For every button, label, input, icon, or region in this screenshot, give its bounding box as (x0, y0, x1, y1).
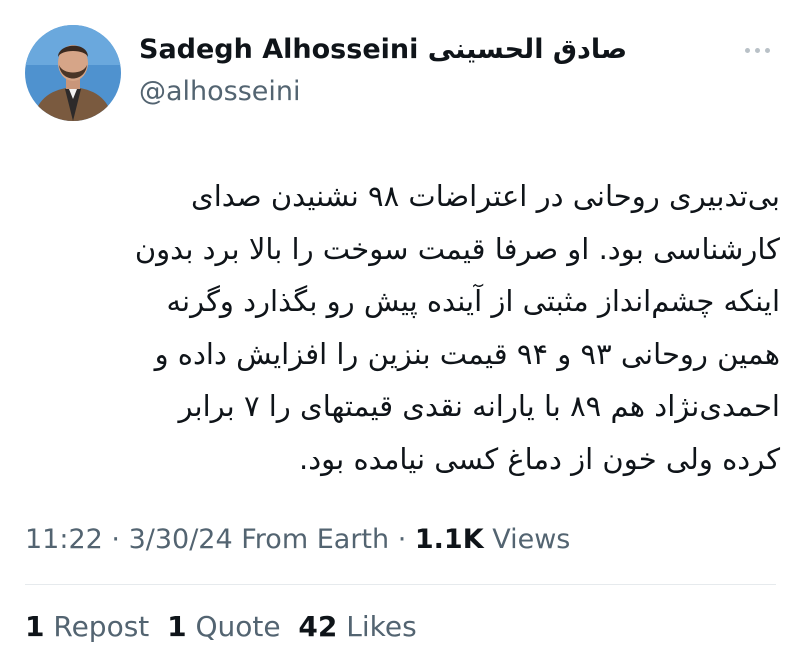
meta-separator: · (389, 524, 415, 555)
reposts-label: Repost (44, 610, 150, 643)
more-dot (764, 47, 770, 53)
likes-label: Likes (337, 610, 417, 643)
more-dot (754, 47, 760, 53)
more-dot (744, 47, 750, 53)
divider (25, 584, 776, 585)
reposts-stat[interactable]: 1 Repost (25, 610, 149, 643)
tweet-time[interactable]: 11:22 (25, 524, 103, 555)
quotes-stat[interactable]: 1 Quote (167, 610, 281, 643)
quotes-count: 1 (167, 610, 187, 643)
quotes-label: Quote (186, 610, 281, 643)
views-label: Views (483, 524, 571, 555)
engagement-stats: 1 Repost 1 Quote 42 Likes (25, 607, 417, 647)
meta-separator: · (102, 524, 129, 555)
author-display-name[interactable]: Sadegh Alhosseini صادق الحسینی (139, 32, 627, 68)
more-icon[interactable] (738, 38, 776, 62)
likes-count: 42 (298, 610, 338, 643)
tweet-source: From Earth (232, 524, 390, 555)
likes-stat[interactable]: 42 Likes (298, 610, 416, 643)
author-handle[interactable]: @alhosseini (139, 74, 301, 110)
tweet-meta: 11:22 · 3/30/24 From Earth · 1.1K Views (25, 521, 570, 559)
views-count: 1.1K (414, 524, 484, 555)
reposts-count: 1 (25, 610, 45, 643)
tweet-date[interactable]: 3/30/24 (129, 524, 233, 555)
tweet-text: بی‌تدبیری روحانی در اعتراضات ۹۸ نشنیدن ص… (134, 179, 780, 476)
avatar[interactable] (25, 25, 121, 121)
